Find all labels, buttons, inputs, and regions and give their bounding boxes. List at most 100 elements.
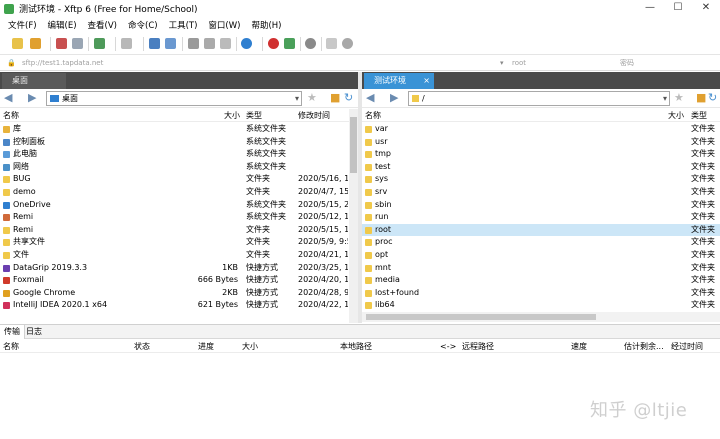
back-arrow-icon[interactable]: ◀ xyxy=(366,92,378,104)
h-scroll-thumb[interactable] xyxy=(366,314,596,320)
list-item[interactable]: 共享文件 文件夹 2020/5/9, 9:5 xyxy=(0,236,358,249)
list-item[interactable]: lost+found 文件夹 xyxy=(362,287,720,300)
list-item[interactable]: test 文件夹 xyxy=(362,161,720,174)
upload-icon[interactable] xyxy=(149,38,160,49)
disconnect-icon[interactable] xyxy=(72,38,83,49)
tcol-eta[interactable]: 估计剩余... xyxy=(624,340,664,353)
list-item[interactable]: sbin 文件夹 xyxy=(362,199,720,212)
list-item[interactable]: IntelliJ IDEA 2020.1 x64 621 Bytes 快捷方式 202… xyxy=(0,299,358,312)
maximize-button[interactable]: ☐ xyxy=(664,0,692,17)
menu-file[interactable]: 文件(F) xyxy=(8,19,37,31)
list-item[interactable]: srv 文件夹 xyxy=(362,186,720,199)
tcol-direction[interactable]: <-> xyxy=(440,340,456,353)
menu-edit[interactable]: 编辑(E) xyxy=(48,19,77,31)
tab-close-icon[interactable]: × xyxy=(423,73,430,89)
col-name[interactable]: 名称 xyxy=(3,109,19,122)
refresh-pane-icon[interactable]: ↻ xyxy=(708,92,720,104)
parent-folder-icon[interactable]: ■ xyxy=(696,92,708,104)
tab-desktop[interactable]: 桌面 xyxy=(2,73,66,89)
new-session-icon[interactable] xyxy=(12,38,23,49)
host-dropdown-icon[interactable]: ▾ xyxy=(500,57,508,69)
tab-test-env[interactable]: 测试环境 × xyxy=(364,73,434,89)
col-type[interactable]: 类型 xyxy=(691,109,707,122)
gear-icon[interactable] xyxy=(305,38,316,49)
tcol-progress[interactable]: 进度 xyxy=(198,340,214,353)
list-item[interactable]: opt 文件夹 xyxy=(362,249,720,262)
tcol-elapsed[interactable]: 经过时间 xyxy=(671,340,703,353)
download-icon[interactable] xyxy=(165,38,176,49)
list-item[interactable]: 文件 文件夹 2020/4/21, 1 xyxy=(0,249,358,262)
list-item[interactable]: lib64 文件夹 xyxy=(362,299,720,312)
chevron-down-icon[interactable]: ▾ xyxy=(295,92,299,105)
list-item[interactable]: DataGrip 2019.3.3 1KB 快捷方式 2020/3/25, 1 xyxy=(0,262,358,275)
username-input[interactable]: root xyxy=(512,57,612,69)
list-item[interactable]: proc 文件夹 xyxy=(362,236,720,249)
list-item[interactable]: Foxmail 666 Bytes 快捷方式 2020/4/20, 1 xyxy=(0,274,358,287)
list-item[interactable]: run 文件夹 xyxy=(362,211,720,224)
tcol-size[interactable]: 大小 xyxy=(242,340,258,353)
print-icon[interactable] xyxy=(188,38,199,49)
connect-icon[interactable] xyxy=(56,38,67,49)
list-item[interactable]: root 文件夹 xyxy=(362,223,720,237)
forward-arrow-icon[interactable]: ▶ xyxy=(28,92,40,104)
left-scroll-thumb[interactable] xyxy=(350,117,357,173)
refresh-pane-icon[interactable]: ↻ xyxy=(344,92,356,104)
parent-folder-icon[interactable]: ■ xyxy=(330,92,342,104)
list-item[interactable]: demo 文件夹 2020/4/7, 15: xyxy=(0,186,358,199)
chevron-down-icon[interactable]: ▾ xyxy=(663,92,667,105)
col-modified[interactable]: 修改时间 xyxy=(298,109,330,122)
copy-icon[interactable] xyxy=(204,38,215,49)
list-item[interactable]: usr 文件夹 xyxy=(362,136,720,149)
compose-icon[interactable] xyxy=(284,38,295,49)
xshell-icon[interactable] xyxy=(268,38,279,49)
tcol-remote-path[interactable]: 远程路径 xyxy=(462,340,494,353)
left-path-input[interactable]: 桌面 ▾ xyxy=(46,91,302,106)
list-item[interactable]: Remi 系统文件夹 2020/5/12, 1 xyxy=(0,211,358,224)
col-name[interactable]: 名称 xyxy=(365,109,381,122)
left-scrollbar[interactable] xyxy=(349,109,358,323)
minimize-button[interactable]: — xyxy=(636,0,664,17)
menu-window[interactable]: 窗口(W) xyxy=(208,19,240,31)
list-item[interactable]: media 文件夹 xyxy=(362,274,720,287)
list-item[interactable]: var 文件夹 xyxy=(362,123,720,136)
tcol-name[interactable]: 名称 xyxy=(3,340,19,353)
chat-icon[interactable] xyxy=(326,38,337,49)
forward-arrow-icon[interactable]: ▶ xyxy=(390,92,402,104)
list-item[interactable]: OneDrive 系统文件夹 2020/5/15, 2 xyxy=(0,199,358,212)
list-item[interactable]: Google Chrome 2KB 快捷方式 2020/4/28, 9 xyxy=(0,287,358,300)
menu-tools[interactable]: 工具(T) xyxy=(169,19,198,31)
host-input[interactable]: sftp://test1.tapdata.net xyxy=(22,57,502,69)
list-item[interactable]: 库 系统文件夹 xyxy=(0,123,358,136)
tcol-speed[interactable]: 速度 xyxy=(571,340,587,353)
list-item[interactable]: sys 文件夹 xyxy=(362,173,720,186)
list-item[interactable]: tmp 文件夹 xyxy=(362,148,720,161)
globe-icon[interactable] xyxy=(241,38,252,49)
menu-help[interactable]: 帮助(H) xyxy=(251,19,281,31)
list-item[interactable]: mnt 文件夹 xyxy=(362,262,720,275)
list-item[interactable]: 网络 系统文件夹 xyxy=(0,161,358,174)
close-button[interactable]: ✕ xyxy=(692,0,720,17)
col-size[interactable]: 大小 xyxy=(224,109,240,122)
list-item[interactable]: Remi 文件夹 2020/5/15, 1 xyxy=(0,224,358,237)
back-arrow-icon[interactable]: ◀ xyxy=(4,92,16,104)
star-icon[interactable]: ★ xyxy=(674,92,686,104)
col-size[interactable]: 大小 xyxy=(668,109,684,122)
help-icon[interactable] xyxy=(342,38,353,49)
list-item[interactable]: BUG 文件夹 2020/5/16, 1 xyxy=(0,173,358,186)
layout-icon[interactable] xyxy=(121,38,132,49)
right-horizontal-scrollbar[interactable] xyxy=(362,312,720,322)
tcol-status[interactable]: 状态 xyxy=(134,340,150,353)
col-type[interactable]: 类型 xyxy=(246,109,262,122)
open-folder-icon[interactable] xyxy=(30,38,41,49)
refresh-icon[interactable] xyxy=(94,38,105,49)
menu-command[interactable]: 命令(C) xyxy=(128,19,158,31)
right-path-input[interactable]: / ▾ xyxy=(408,91,670,106)
list-item[interactable]: 控制面板 系统文件夹 xyxy=(0,136,358,149)
list-item[interactable]: 此电脑 系统文件夹 xyxy=(0,148,358,161)
menu-view[interactable]: 查看(V) xyxy=(88,19,117,31)
password-input[interactable]: 密码 xyxy=(620,57,710,69)
star-icon[interactable]: ★ xyxy=(307,92,319,104)
properties-icon[interactable] xyxy=(220,38,231,49)
tcol-local-path[interactable]: 本地路径 xyxy=(340,340,372,353)
tab-log[interactable]: 日志 xyxy=(22,325,46,339)
